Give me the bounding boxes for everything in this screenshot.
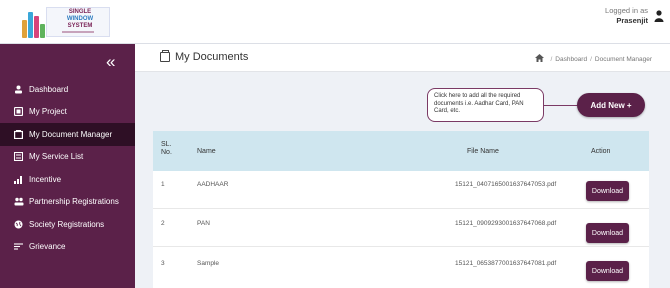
download-button[interactable]: Download (586, 261, 629, 281)
bar-chart-icon (13, 175, 24, 184)
download-button[interactable]: Download (586, 181, 629, 201)
user-info: Logged in as Prasenjit (605, 6, 648, 26)
row-file-name: 15121_04071650016376470​53.pdf (455, 181, 557, 188)
sidebar-item-label: My Project (29, 107, 67, 117)
sidebar-item-incentive[interactable]: Incentive (0, 168, 135, 191)
logo-mark (22, 10, 46, 38)
hint-connector (544, 105, 578, 106)
sidebar-item-my-document-manager[interactable]: My Document Manager (0, 123, 135, 146)
add-document-hint: Click here to add all the required docum… (427, 88, 544, 122)
table-header: SL. No. Name File Name Action (153, 131, 649, 171)
row-sl: 1 (161, 181, 165, 188)
row-name: AADHAAR (197, 181, 229, 188)
sidebar-item-label: Incentive (29, 174, 62, 184)
breadcrumb-document-manager: Document Manager (594, 55, 652, 63)
sidebar-item-label: My Document Manager (29, 129, 113, 139)
single-window-system-logo[interactable]: SINGLE WINDOW SYSTEM (22, 4, 110, 40)
row-sl: 3 (161, 260, 165, 267)
list-icon (13, 152, 24, 162)
main-content: My Documents / Dashboard / Document Mana… (135, 44, 670, 288)
sidebar-item-my-project[interactable]: My Project (0, 101, 135, 124)
sidebar-item-label: Grievance (29, 242, 66, 252)
sidebar-nav: Dashboard My Project My Document Manager… (0, 78, 135, 258)
sidebar-item-dashboard[interactable]: Dashboard (0, 78, 135, 101)
header-name: Name (197, 148, 216, 155)
filter-list-icon (13, 242, 24, 251)
logged-in-label: Logged in as (605, 6, 648, 15)
download-button[interactable]: Download (586, 223, 629, 243)
page-title: My Documents (160, 50, 249, 63)
sidebar-item-label: Partnership Registrations (29, 197, 119, 207)
row-sl: 2 (161, 220, 165, 227)
sidebar-item-my-service-list[interactable]: My Service List (0, 146, 135, 169)
project-icon (13, 107, 24, 117)
documents-panel: Click here to add all the required docum… (135, 72, 670, 288)
logo-tagline (62, 31, 94, 33)
collapse-sidebar-icon[interactable]: « (106, 53, 115, 70)
header-sl-no: SL. No. (161, 141, 172, 156)
breadcrumb: / Dashboard / Document Manager (535, 54, 652, 64)
document-icon (160, 50, 170, 62)
sidebar-item-label: Society Registrations (29, 219, 105, 229)
table-row: 3 Sample 15121_0653877001637647081.pdf D… (153, 248, 649, 286)
breadcrumb-separator: / (590, 55, 592, 63)
top-bar: SINGLE WINDOW SYSTEM Logged in as Prasen… (0, 0, 670, 44)
globe-icon (13, 220, 24, 229)
table-row: 1 AADHAAR 15121_04071650016376470​53.pdf… (153, 171, 649, 209)
document-icon (13, 129, 24, 139)
sidebar-item-label: Dashboard (29, 84, 69, 94)
page-header: My Documents / Dashboard / Document Mana… (135, 44, 670, 72)
home-icon[interactable] (535, 54, 545, 64)
row-file-name: 15121_0653877001637647081.pdf (455, 260, 557, 267)
users-icon (13, 197, 24, 206)
header-action: Action (591, 148, 611, 155)
user-icon[interactable] (654, 10, 664, 22)
sidebar: « Dashboard My Project My Document Manag… (0, 44, 135, 288)
user-name: Prasenjit (616, 16, 648, 25)
add-new-button[interactable]: Add New + (577, 93, 645, 117)
header-file-name: File Name (467, 148, 499, 155)
breadcrumb-dashboard[interactable]: Dashboard (555, 56, 587, 63)
sidebar-item-partnership-registrations[interactable]: Partnership Registrations (0, 191, 135, 214)
row-name: Sample (197, 260, 220, 267)
logo-text: SINGLE WINDOW SYSTEM (66, 9, 94, 29)
sidebar-item-society-registrations[interactable]: Society Registrations (0, 213, 135, 236)
sidebar-item-label: My Service List (29, 152, 84, 162)
breadcrumb-separator: / (550, 55, 553, 63)
page-title-text: My Documents (175, 51, 249, 63)
documents-table: SL. No. Name File Name Action 1 AADHAAR … (153, 131, 649, 288)
dashboard-icon (13, 85, 24, 94)
row-file-name: 15121_0909293001637647068.pdf (455, 220, 557, 227)
row-name: PAN (197, 220, 210, 227)
sidebar-item-grievance[interactable]: Grievance (0, 236, 135, 259)
table-row: 2 PAN 15121_0909293001637647068.pdf Down… (153, 209, 649, 247)
